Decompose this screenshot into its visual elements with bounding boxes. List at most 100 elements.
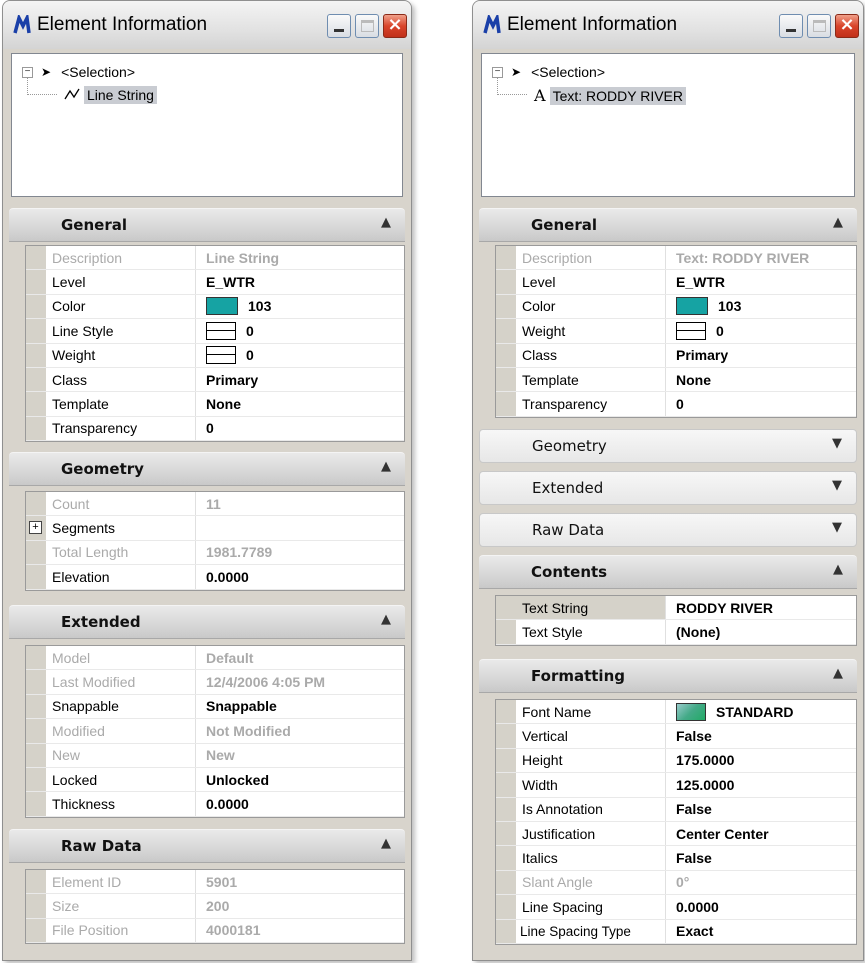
prop-value[interactable]: STANDARD xyxy=(716,704,794,720)
minimize-button[interactable] xyxy=(779,14,803,38)
chevron-up-icon[interactable]: ▲ xyxy=(833,666,843,681)
prop-row-transparency[interactable]: Transparency 0 xyxy=(496,392,856,417)
prop-value[interactable]: E_WTR xyxy=(196,270,255,293)
prop-value[interactable]: 175.0000 xyxy=(666,749,734,772)
section-header-contents[interactable]: Contents ▲ xyxy=(479,555,857,589)
prop-value[interactable]: Primary xyxy=(666,344,728,367)
prop-row-transparency[interactable]: Transparency 0 xyxy=(26,416,404,442)
prop-row-locked[interactable]: Locked Unlocked xyxy=(26,767,404,793)
prop-label: Locked xyxy=(26,767,196,792)
prop-row-line-style[interactable]: Line Style 0 xyxy=(26,319,404,344)
title-bar[interactable]: Element Information × xyxy=(473,1,863,49)
chevron-up-icon[interactable]: ▲ xyxy=(381,215,391,230)
prop-row-color[interactable]: Color 103 xyxy=(26,294,404,320)
prop-row-height[interactable]: Height 175.0000 xyxy=(496,748,856,774)
prop-row-weight[interactable]: Weight 0 xyxy=(26,343,404,368)
prop-value[interactable]: 0 xyxy=(246,323,254,339)
prop-value[interactable]: RODDY RIVER xyxy=(666,596,773,619)
chevron-up-icon[interactable]: ▲ xyxy=(833,215,843,230)
prop-value[interactable]: 0.0000 xyxy=(666,895,719,918)
prop-value[interactable]: Snappable xyxy=(196,695,277,718)
tree-root-label: <Selection> xyxy=(61,64,136,80)
prop-row-level[interactable]: Level E_WTR xyxy=(496,270,856,295)
chevron-down-icon[interactable]: ▼ xyxy=(832,478,842,493)
prop-value[interactable]: 0 xyxy=(246,347,254,363)
prop-value[interactable]: 0 xyxy=(666,392,684,415)
expand-plus-icon[interactable]: + xyxy=(29,521,42,535)
section-header-general[interactable]: General ▲ xyxy=(479,208,857,242)
close-button[interactable]: × xyxy=(835,14,859,38)
prop-value[interactable]: None xyxy=(666,368,711,391)
prop-row-thickness[interactable]: Thickness 0.0000 xyxy=(26,792,404,817)
chevron-up-icon[interactable]: ▲ xyxy=(381,612,391,627)
prop-value[interactable]: 0 xyxy=(716,323,724,339)
tree-node-line-string[interactable]: Line String xyxy=(64,86,157,104)
prop-row-is-annotation[interactable]: Is Annotation False xyxy=(496,797,856,822)
prop-value[interactable]: 0.0000 xyxy=(196,565,249,588)
prop-value[interactable]: False xyxy=(666,798,712,821)
collapse-toggle[interactable]: − xyxy=(492,66,503,78)
prop-value[interactable]: Unlocked xyxy=(196,768,269,791)
minimize-button[interactable] xyxy=(327,14,351,38)
prop-label: Modified xyxy=(26,719,196,743)
prop-row-vertical[interactable]: Vertical False xyxy=(496,724,856,749)
prop-value[interactable]: 103 xyxy=(248,298,271,314)
prop-value[interactable]: 125.0000 xyxy=(666,773,734,796)
maximize-button[interactable] xyxy=(807,14,831,38)
chevron-down-icon[interactable]: ▼ xyxy=(832,436,842,451)
prop-value[interactable]: 103 xyxy=(718,298,741,314)
close-button[interactable]: × xyxy=(383,14,407,38)
prop-value[interactable]: False xyxy=(666,724,712,747)
prop-row-width[interactable]: Width 125.0000 xyxy=(496,773,856,798)
prop-value[interactable]: False xyxy=(666,846,712,869)
prop-row-line-spacing[interactable]: Line Spacing 0.0000 xyxy=(496,895,856,920)
prop-row-file-position: File Position 4000181 xyxy=(26,918,404,944)
section-header-geometry[interactable]: Geometry ▲ xyxy=(9,452,405,486)
prop-row-elevation[interactable]: Elevation 0.0000 xyxy=(26,565,404,590)
selection-tree[interactable]: − ➤ <Selection> Line String xyxy=(11,53,403,197)
prop-row-template[interactable]: Template None xyxy=(26,392,404,417)
prop-row-justification[interactable]: Justification Center Center xyxy=(496,821,856,847)
prop-label: Transparency xyxy=(496,392,666,416)
section-header-formatting[interactable]: Formatting ▲ xyxy=(479,659,857,693)
prop-value[interactable]: (None) xyxy=(666,620,720,643)
chevron-down-icon[interactable]: ▼ xyxy=(832,520,842,535)
prop-value[interactable]: Primary xyxy=(196,368,258,391)
collapse-toggle[interactable]: − xyxy=(22,66,33,78)
prop-row-font-name[interactable]: Font Name STANDARD xyxy=(496,700,856,725)
tree-node-text[interactable]: A Text: RODDY RIVER xyxy=(534,86,686,105)
prop-row-class[interactable]: Class Primary xyxy=(496,343,856,368)
section-header-extended[interactable]: Extended ▼ xyxy=(479,471,857,505)
color-swatch-icon xyxy=(676,297,708,316)
prop-value[interactable]: 0 xyxy=(196,417,214,440)
section-header-extended[interactable]: Extended ▲ xyxy=(9,605,405,639)
prop-row-level[interactable]: Level E_WTR xyxy=(26,270,404,295)
prop-row-template[interactable]: Template None xyxy=(496,367,856,393)
prop-row-size: Size 200 xyxy=(26,894,404,919)
prop-label: Snappable xyxy=(26,694,196,719)
section-header-geometry[interactable]: Geometry ▼ xyxy=(479,429,857,463)
section-header-raw-data[interactable]: Raw Data ▼ xyxy=(479,513,857,547)
chevron-up-icon[interactable]: ▲ xyxy=(381,459,391,474)
prop-value[interactable]: Center Center xyxy=(666,822,769,845)
prop-value[interactable]: E_WTR xyxy=(666,270,725,293)
chevron-up-icon[interactable]: ▲ xyxy=(833,562,843,577)
prop-row-line-spacing-type[interactable]: Line Spacing Type Exact xyxy=(496,919,856,944)
selection-tree[interactable]: − ➤ <Selection> A Text: RODDY RIVER xyxy=(481,53,855,197)
title-bar[interactable]: Element Information × xyxy=(3,1,411,49)
prop-row-snappable[interactable]: Snappable Snappable xyxy=(26,694,404,720)
section-header-general[interactable]: General ▲ xyxy=(9,208,405,242)
prop-row-color[interactable]: Color 103 xyxy=(496,294,856,320)
prop-value[interactable]: None xyxy=(196,392,241,415)
prop-row-italics[interactable]: Italics False xyxy=(496,846,856,871)
prop-value[interactable]: 0.0000 xyxy=(196,792,249,815)
maximize-button[interactable] xyxy=(355,14,379,38)
section-header-raw-data[interactable]: Raw Data ▲ xyxy=(9,829,405,863)
chevron-up-icon[interactable]: ▲ xyxy=(381,836,391,851)
prop-row-segments[interactable]: + Segments xyxy=(26,516,404,541)
prop-row-text-style[interactable]: Text Style (None) xyxy=(496,620,856,645)
prop-row-text-string[interactable]: Text String RODDY RIVER xyxy=(496,596,856,621)
prop-row-class[interactable]: Class Primary xyxy=(26,367,404,393)
prop-value[interactable]: Exact xyxy=(666,920,713,943)
prop-row-weight[interactable]: Weight 0 xyxy=(496,319,856,344)
